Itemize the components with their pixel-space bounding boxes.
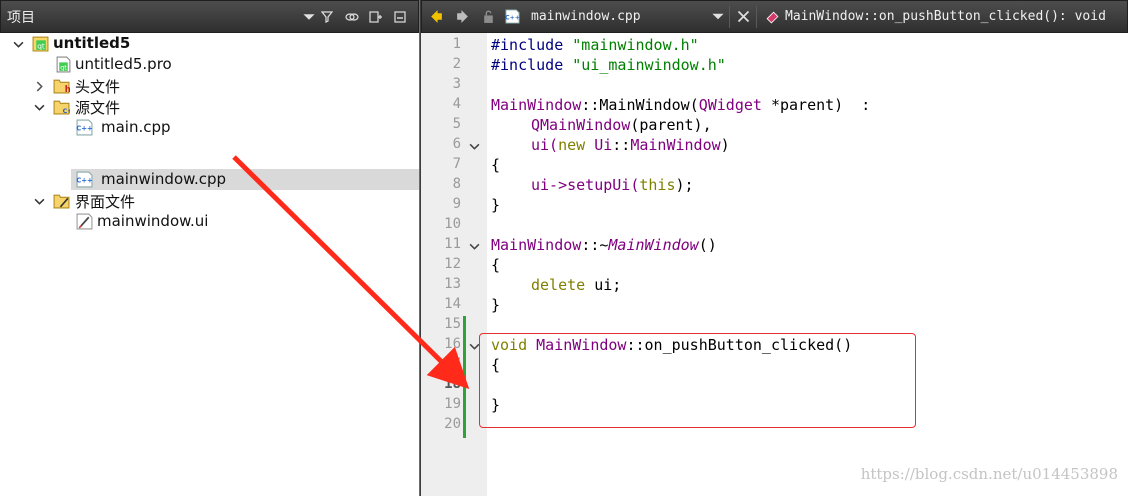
annotation-highlight-box	[479, 333, 916, 428]
line-number: 20	[444, 416, 461, 432]
tree-item-sources[interactable]: C+ 源文件	[0, 96, 419, 117]
back-arrow-icon[interactable]	[425, 6, 447, 28]
toolbar-separator	[756, 5, 757, 28]
chevron-down-icon[interactable]	[302, 6, 316, 28]
tree-item-label: 源文件	[75, 99, 121, 117]
line-number: 8	[452, 176, 461, 192]
open-file-name[interactable]: mainwindow.cpp	[531, 9, 711, 24]
header-folder-icon: h	[53, 77, 70, 94]
line-number: 10	[444, 216, 461, 232]
filter-icon[interactable]	[316, 6, 340, 28]
fold-chevron-icon[interactable]	[467, 239, 481, 253]
qt-project-icon: qt	[32, 35, 49, 52]
svg-text:qt: qt	[60, 63, 67, 71]
code-line: ui(new Ui::MainWindow)	[531, 136, 730, 154]
code-line: #include "mainwindow.h"	[491, 36, 699, 54]
tree-item-label: untitled5	[53, 34, 131, 52]
pro-file-icon: qt	[55, 56, 72, 73]
chevron-down-icon[interactable]	[711, 6, 725, 28]
line-number: 12	[444, 256, 461, 272]
link-icon[interactable]	[340, 6, 364, 28]
line-number: 14	[444, 296, 461, 312]
code-line: QMainWindow(parent),	[531, 116, 712, 134]
tree-item-headers[interactable]: h 头文件	[0, 75, 419, 96]
project-panel: 项目 qt untitled5 qt untitled5.pro 头文件 C 源…	[0, 0, 420, 496]
watermark-text: https://blog.csdn.net/u014453898	[860, 465, 1118, 483]
code-line: MainWindow::MainWindow(QWidget *parent) …	[491, 96, 871, 114]
tree-item-mainwindow-ui[interactable]: mainwindow.ui	[0, 211, 419, 232]
code-line: }	[491, 296, 501, 314]
line-number-current: 18	[444, 376, 461, 392]
svg-text:C++: C++	[505, 14, 520, 21]
line-number: 11	[444, 236, 461, 252]
code-line: ui->setupUi(this);	[531, 176, 694, 194]
code-line: {	[491, 156, 501, 174]
chevron-down-icon[interactable]	[32, 100, 46, 114]
tree-item-label: main.cpp	[101, 118, 171, 136]
chevron-down-icon[interactable]	[11, 37, 25, 51]
tree-item-label: untitled5.pro	[75, 55, 172, 73]
tree-item-pro-file[interactable]: qt untitled5.pro	[0, 54, 419, 75]
source-folder-icon: C+	[53, 98, 70, 115]
cpp-file-icon: C++	[76, 171, 93, 188]
code-line: delete ui;	[531, 276, 622, 294]
tree-item-label: 头文件	[75, 78, 121, 96]
function-symbol-icon	[761, 6, 783, 28]
line-number: 16	[444, 336, 461, 352]
line-number: 4	[452, 96, 461, 112]
svg-text:C++: C++	[76, 177, 93, 185]
tree-item-label: 界面文件	[75, 193, 136, 211]
tree-item-forms[interactable]: 界面文件	[0, 190, 419, 211]
project-panel-title: 项目	[7, 9, 35, 26]
chevron-right-icon[interactable]	[32, 79, 46, 93]
ui-file-icon	[76, 213, 93, 230]
code-line: {	[491, 256, 501, 274]
line-number-gutter: 1 2 3 4 5 6 7 8 9 10 11 12 13 14 15 16 1…	[421, 33, 487, 496]
tree-item-project[interactable]: qt untitled5	[0, 33, 419, 54]
editor-toolbar: C++ mainwindow.cpp MainWindow::on_pushBu…	[421, 0, 1128, 33]
line-number: 6	[452, 136, 461, 152]
line-number: 5	[452, 116, 461, 132]
forward-arrow-icon[interactable]	[451, 6, 473, 28]
svg-text:C+: C+	[63, 107, 70, 115]
project-panel-toolbar: 项目	[0, 0, 419, 33]
code-line: }	[491, 196, 501, 214]
toolbar-separator	[729, 5, 730, 28]
svg-text:h: h	[65, 85, 70, 94]
line-number: 17	[444, 356, 461, 372]
line-number: 3	[452, 76, 461, 92]
close-panel-icon[interactable]	[388, 6, 412, 28]
cpp-file-icon: C++	[76, 119, 93, 136]
line-number: 2	[452, 56, 461, 72]
tree-item-main-cpp[interactable]: C++ main.cpp	[0, 117, 419, 138]
line-number: 1	[452, 36, 461, 52]
change-marker	[463, 316, 466, 438]
split-icon[interactable]	[364, 6, 388, 28]
code-line: MainWindow::~MainWindow()	[491, 236, 717, 254]
line-number: 15	[444, 316, 461, 332]
close-icon[interactable]	[732, 6, 754, 28]
svg-text:qt: qt	[37, 41, 45, 50]
line-number: 13	[444, 276, 461, 292]
svg-text:C++: C++	[76, 125, 93, 133]
tree-item-label: mainwindow.cpp	[101, 170, 227, 188]
tree-item-label: mainwindow.ui	[97, 212, 209, 230]
lock-icon[interactable]	[477, 6, 499, 28]
fold-chevron-icon[interactable]	[467, 139, 481, 153]
chevron-down-icon[interactable]	[32, 194, 46, 208]
forms-folder-icon	[53, 192, 70, 209]
line-number: 19	[444, 396, 461, 412]
line-number: 7	[452, 156, 461, 172]
function-selector[interactable]: MainWindow::on_pushButton_clicked(): voi…	[785, 9, 1106, 24]
tree-item-mainwindow-cpp[interactable]: C++ mainwindow.cpp	[71, 169, 419, 190]
line-number: 9	[452, 196, 461, 212]
cpp-file-icon: C++	[501, 6, 523, 28]
code-line: #include "ui_mainwindow.h"	[491, 56, 726, 74]
